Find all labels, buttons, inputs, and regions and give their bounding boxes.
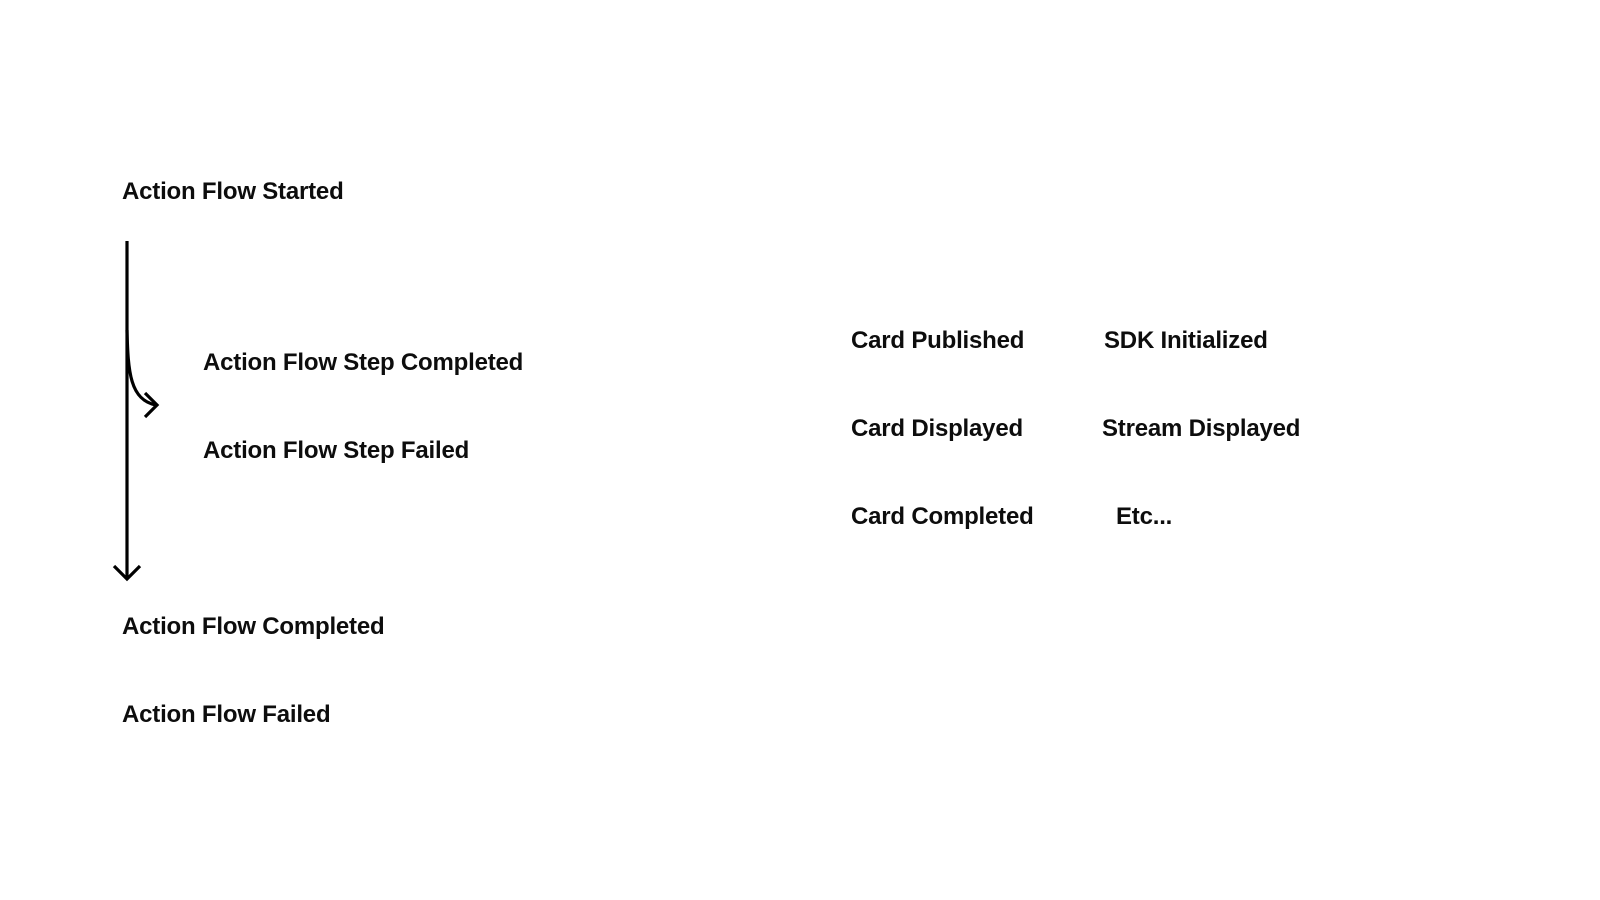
event-etc: Etc... xyxy=(1116,503,1173,530)
flow-step-failed-label: Action Flow Step Failed xyxy=(203,437,470,464)
event-card-displayed: Card Displayed xyxy=(851,415,1023,442)
step-branch-arrow xyxy=(125,329,160,419)
flow-step-completed-label: Action Flow Step Completed xyxy=(203,349,524,376)
flow-failed-label: Action Flow Failed xyxy=(122,701,331,728)
flow-completed-label: Action Flow Completed xyxy=(122,613,385,640)
flow-start-label: Action Flow Started xyxy=(122,178,344,205)
event-sdk-initialized: SDK Initialized xyxy=(1104,327,1268,354)
event-card-completed: Card Completed xyxy=(851,503,1034,530)
branch-curve xyxy=(125,329,157,407)
event-card-published: Card Published xyxy=(851,327,1025,354)
event-stream-displayed: Stream Displayed xyxy=(1102,415,1301,442)
right-arrowhead-icon xyxy=(143,391,160,419)
main-flow-arrow xyxy=(112,241,142,582)
down-arrowhead-icon xyxy=(112,564,142,582)
